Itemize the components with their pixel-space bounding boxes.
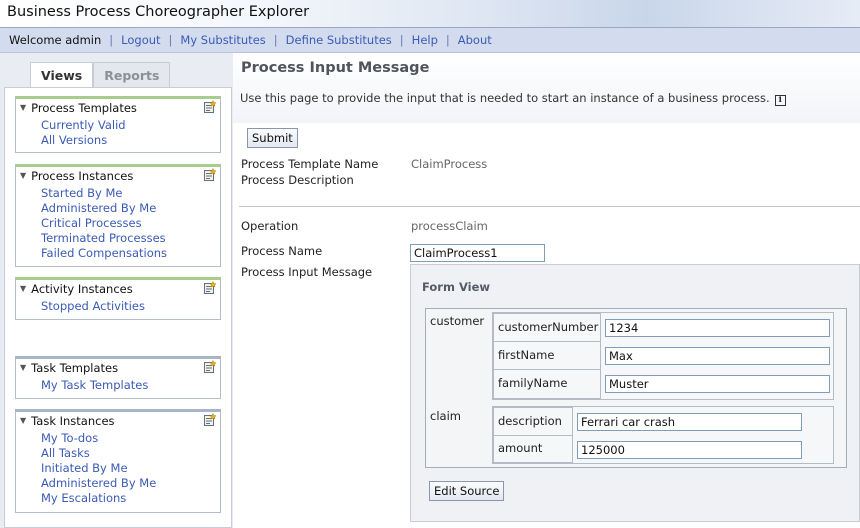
about-link[interactable]: About xyxy=(458,33,492,47)
nav-separator: | xyxy=(445,33,450,47)
page-description: Use this page to provide the input that … xyxy=(240,91,786,106)
triangle-down-icon[interactable]: ▼ xyxy=(20,363,26,372)
sidebar-tabs: Views Reports xyxy=(30,62,171,88)
tab-reports[interactable]: Reports xyxy=(93,62,171,88)
section-title: Activity Instances xyxy=(31,281,133,296)
triangle-down-icon[interactable]: ▼ xyxy=(20,416,26,425)
first-name-label: firstName xyxy=(498,348,555,362)
section-process-templates: ▼ Process Templates Currently Valid All … xyxy=(15,96,221,153)
page-header: Process Input Message Use this page to p… xyxy=(233,53,860,123)
amount-label: amount xyxy=(498,441,543,455)
triangle-down-icon[interactable]: ▼ xyxy=(20,171,26,180)
edit-view-icon[interactable] xyxy=(204,167,217,184)
claim-description-label: description xyxy=(498,414,562,428)
triangle-down-icon[interactable]: ▼ xyxy=(20,284,26,293)
sidebar: Views Reports ▼ Process Templates Curren… xyxy=(0,53,233,528)
section-title: Task Instances xyxy=(31,413,115,428)
claim-group: description amount xyxy=(492,406,834,464)
sidebar-item-administered-by-me[interactable]: Administered By Me xyxy=(41,476,220,491)
family-name-cell: familyName xyxy=(493,369,601,399)
input-message-form: customer customerNumber firstName family… xyxy=(425,308,847,468)
my-substitutes-link[interactable]: My Substitutes xyxy=(180,33,265,47)
section-header[interactable]: ▼ Activity Instances xyxy=(16,280,220,297)
template-name-label: Process Template Name xyxy=(241,157,379,171)
sidebar-item-my-todos[interactable]: My To-dos xyxy=(41,431,220,446)
nav-separator: | xyxy=(273,33,278,47)
title-bar: Business Process Choreographer Explorer xyxy=(0,0,860,27)
sidebar-item-failed-compensations[interactable]: Failed Compensations xyxy=(41,246,220,261)
sidebar-item-initiated-by-me[interactable]: Initiated By Me xyxy=(41,461,220,476)
first-name-cell: firstName xyxy=(493,341,601,370)
form-view-title: Form View xyxy=(422,280,491,294)
edit-view-icon[interactable] xyxy=(204,359,217,376)
nav-separator: | xyxy=(109,33,114,47)
divider xyxy=(239,206,860,207)
operation-value: processClaim xyxy=(411,219,488,233)
views-panel: ▼ Process Templates Currently Valid All … xyxy=(4,87,232,528)
help-link[interactable]: Help xyxy=(412,33,438,47)
sidebar-item-stopped-activities[interactable]: Stopped Activities xyxy=(41,299,220,314)
process-description-label: Process Description xyxy=(241,173,354,187)
nav-separator: | xyxy=(399,33,404,47)
sidebar-item-currently-valid[interactable]: Currently Valid xyxy=(41,118,220,133)
template-name-value: ClaimProcess xyxy=(411,157,488,171)
section-header[interactable]: ▼ Process Instances xyxy=(16,167,220,184)
family-name-input[interactable] xyxy=(605,375,830,393)
amount-input[interactable] xyxy=(577,441,802,459)
section-header[interactable]: ▼ Process Templates xyxy=(16,99,220,116)
submit-button[interactable]: Submit xyxy=(247,128,298,148)
section-task-instances: ▼ Task Instances My To-dos All Tasks Ini… xyxy=(15,409,221,513)
family-name-label: familyName xyxy=(498,376,568,390)
customer-label: customer xyxy=(430,314,485,328)
nav-separator: | xyxy=(168,33,173,47)
customer-number-cell: customerNumber xyxy=(493,313,601,342)
edit-view-icon[interactable] xyxy=(204,99,217,116)
claim-description-cell: description xyxy=(493,407,573,436)
section-activity-instances: ▼ Activity Instances Stopped Activities xyxy=(15,277,221,320)
sidebar-item-my-escalations[interactable]: My Escalations xyxy=(41,491,220,506)
claim-description-input[interactable] xyxy=(577,413,802,431)
sidebar-item-all-tasks[interactable]: All Tasks xyxy=(41,446,220,461)
page-title: Process Input Message xyxy=(241,60,430,76)
customer-number-input[interactable] xyxy=(605,319,830,337)
edit-source-button[interactable]: Edit Source xyxy=(429,481,505,501)
section-title: Process Instances xyxy=(31,168,134,183)
customer-number-label: customerNumber xyxy=(498,320,599,334)
edit-view-icon[interactable] xyxy=(204,280,217,297)
top-navigation: Welcome admin | Logout | My Substitutes … xyxy=(0,27,860,53)
section-process-instances: ▼ Process Instances Started By Me Admini… xyxy=(15,164,221,267)
claim-label: claim xyxy=(430,409,461,423)
sidebar-item-administered-by-me[interactable]: Administered By Me xyxy=(41,201,220,216)
sidebar-item-critical-processes[interactable]: Critical Processes xyxy=(41,216,220,231)
form-view-panel: Form View customer customerNumber firstN… xyxy=(410,264,860,522)
section-title: Process Templates xyxy=(31,100,137,115)
page-description-text: Use this page to provide the input that … xyxy=(240,91,770,105)
app-title: Business Process Choreographer Explorer xyxy=(7,4,310,20)
sidebar-item-all-versions[interactable]: All Versions xyxy=(41,133,220,148)
process-name-label: Process Name xyxy=(241,244,323,258)
customer-group: customerNumber firstName familyName xyxy=(492,312,834,400)
define-substitutes-link[interactable]: Define Substitutes xyxy=(286,33,392,47)
sidebar-item-started-by-me[interactable]: Started By Me xyxy=(41,186,220,201)
process-name-input[interactable] xyxy=(410,244,545,262)
operation-label: Operation xyxy=(241,219,299,233)
logout-link[interactable]: Logout xyxy=(121,33,160,47)
edit-view-icon[interactable] xyxy=(204,412,217,429)
section-header[interactable]: ▼ Task Instances xyxy=(16,412,220,429)
welcome-text: Welcome admin xyxy=(9,33,102,47)
triangle-down-icon[interactable]: ▼ xyxy=(20,103,26,112)
tab-views[interactable]: Views xyxy=(30,62,94,88)
first-name-input[interactable] xyxy=(605,347,830,365)
section-title: Task Templates xyxy=(31,360,119,375)
sidebar-item-terminated-processes[interactable]: Terminated Processes xyxy=(41,231,220,246)
amount-cell: amount xyxy=(493,435,573,463)
info-icon[interactable]: i xyxy=(774,95,786,106)
sidebar-item-my-task-templates[interactable]: My Task Templates xyxy=(41,378,220,393)
section-task-templates: ▼ Task Templates My Task Templates xyxy=(15,356,221,399)
process-input-message-label: Process Input Message xyxy=(241,265,373,279)
section-header[interactable]: ▼ Task Templates xyxy=(16,359,220,376)
main-content: Process Input Message Use this page to p… xyxy=(233,53,860,528)
